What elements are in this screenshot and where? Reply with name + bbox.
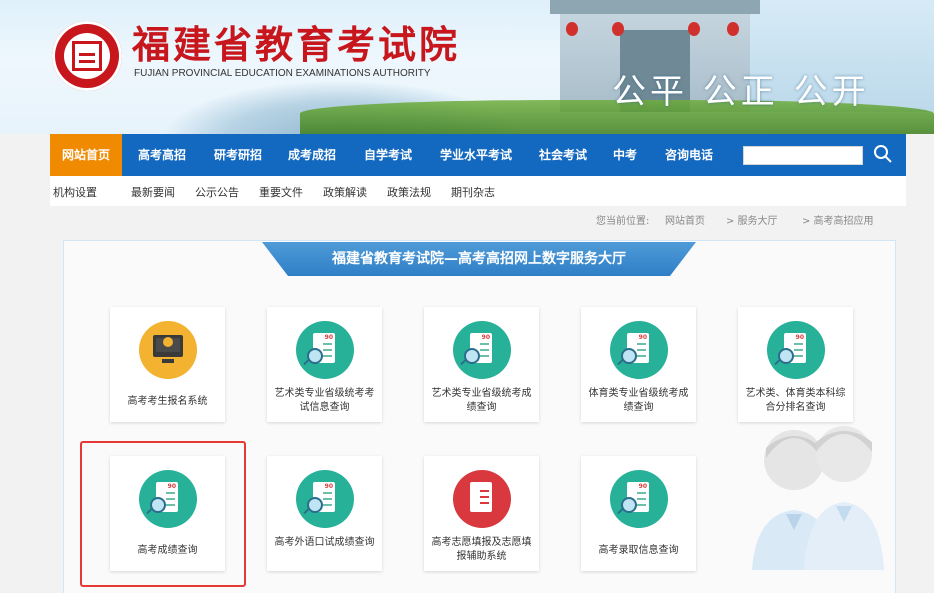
- search-icon[interactable]: [872, 143, 894, 165]
- service-card-oral-score[interactable]: 90 高考外语口试成绩查询: [267, 456, 382, 571]
- subnav-item[interactable]: 机构设置: [53, 184, 97, 200]
- nav-item-chengkao[interactable]: 成考成招: [288, 134, 336, 176]
- lantern-icon: [566, 22, 578, 36]
- sub-nav: 机构设置 最新要闻 公示公告 重要文件 政策解读 政策法规 期刊杂志: [50, 176, 906, 206]
- header-banner: 福建省教育考试院 FUJIAN PROVINCIAL EDUCATION EXA…: [0, 0, 934, 134]
- score-query-icon: 90: [296, 321, 354, 379]
- nav-item-shehui[interactable]: 社会考试: [539, 134, 587, 176]
- nav-item-contact[interactable]: 咨询电话: [665, 134, 713, 176]
- card-label: 艺术类专业省级统考成绩查询: [431, 388, 532, 413]
- banner-slogan: 公平 公正 公开: [612, 72, 870, 112]
- checklist-icon: [453, 470, 511, 528]
- nav-item-zhongkao[interactable]: 中考: [613, 134, 637, 176]
- service-card-sports-score[interactable]: 90 体育类专业省级统考成绩查询: [581, 307, 696, 422]
- subnav-item[interactable]: 政策法规: [387, 184, 431, 200]
- subnav-item[interactable]: 期刊杂志: [451, 184, 495, 200]
- card-label: 艺术类、体育类本科综合分排名查询: [745, 388, 846, 413]
- service-card-registration[interactable]: 高考考生报名系统: [110, 307, 225, 422]
- card-label: 体育类专业省级统考成绩查询: [588, 388, 689, 413]
- card-label: 高考志愿填报及志愿填报辅助系统: [431, 537, 532, 562]
- site-title: 福建省教育考试院: [132, 22, 461, 67]
- nav-item-zixue[interactable]: 自学考试: [364, 134, 412, 176]
- nav-item-yankao[interactable]: 研考研招: [214, 134, 262, 176]
- breadcrumb-current[interactable]: > 高考高招应用: [802, 212, 874, 227]
- service-card-ranking[interactable]: 90 艺术类、体育类本科综合分排名查询: [738, 307, 853, 422]
- logo-emblem-icon: [72, 41, 102, 71]
- search-input[interactable]: [743, 146, 863, 165]
- score-query-icon: 90: [610, 470, 668, 528]
- service-card-volunteer[interactable]: 高考志愿填报及志愿填报辅助系统: [424, 456, 539, 571]
- breadcrumb-prefix: 您当前位置:: [596, 216, 650, 227]
- site-subtitle: FUJIAN PROVINCIAL EDUCATION EXAMINATIONS…: [134, 68, 431, 79]
- card-label: 艺术类专业省级统考考试信息查询: [274, 388, 375, 413]
- subnav-item[interactable]: 重要文件: [259, 184, 303, 200]
- main-nav: 网站首页 高考高招 研考研招 成考成招 自学考试 学业水平考试 社会考试 中考 …: [50, 134, 906, 176]
- score-query-icon: 90: [453, 321, 511, 379]
- score-query-icon: 90: [296, 470, 354, 528]
- service-card-art-score[interactable]: 90 艺术类专业省级统考成绩查询: [424, 307, 539, 422]
- selection-highlight: [80, 441, 246, 587]
- breadcrumb-home[interactable]: 网站首页: [665, 212, 705, 227]
- lantern-icon: [727, 22, 739, 36]
- subnav-item[interactable]: 公示公告: [195, 184, 239, 200]
- nav-item-home[interactable]: 网站首页: [50, 134, 123, 176]
- score-query-icon: 90: [610, 321, 668, 379]
- service-card-admission[interactable]: 90 高考录取信息查询: [581, 456, 696, 571]
- site-logo[interactable]: [52, 21, 122, 91]
- subnav-item[interactable]: 最新要闻: [131, 184, 175, 200]
- breadcrumb-hall[interactable]: > 服务大厅: [726, 212, 778, 227]
- card-label: 高考考生报名系统: [127, 396, 208, 407]
- score-query-icon: 90: [767, 321, 825, 379]
- monitor-upload-icon: [153, 335, 183, 363]
- lantern-icon: [612, 22, 624, 36]
- lantern-icon: [688, 22, 700, 36]
- customer-service-icon: [752, 426, 884, 570]
- card-label: 高考录取信息查询: [598, 545, 679, 556]
- subnav-item[interactable]: 政策解读: [323, 184, 367, 200]
- panel-title: 福建省教育考试院—高考高招网上数字服务大厅: [262, 242, 696, 276]
- service-card-art-exam-info[interactable]: 90 艺术类专业省级统考考试信息查询: [267, 307, 382, 422]
- nav-item-xueye[interactable]: 学业水平考试: [440, 134, 512, 176]
- card-label: 高考外语口试成绩查询: [274, 537, 375, 548]
- nav-item-gaokao[interactable]: 高考高招: [138, 134, 186, 176]
